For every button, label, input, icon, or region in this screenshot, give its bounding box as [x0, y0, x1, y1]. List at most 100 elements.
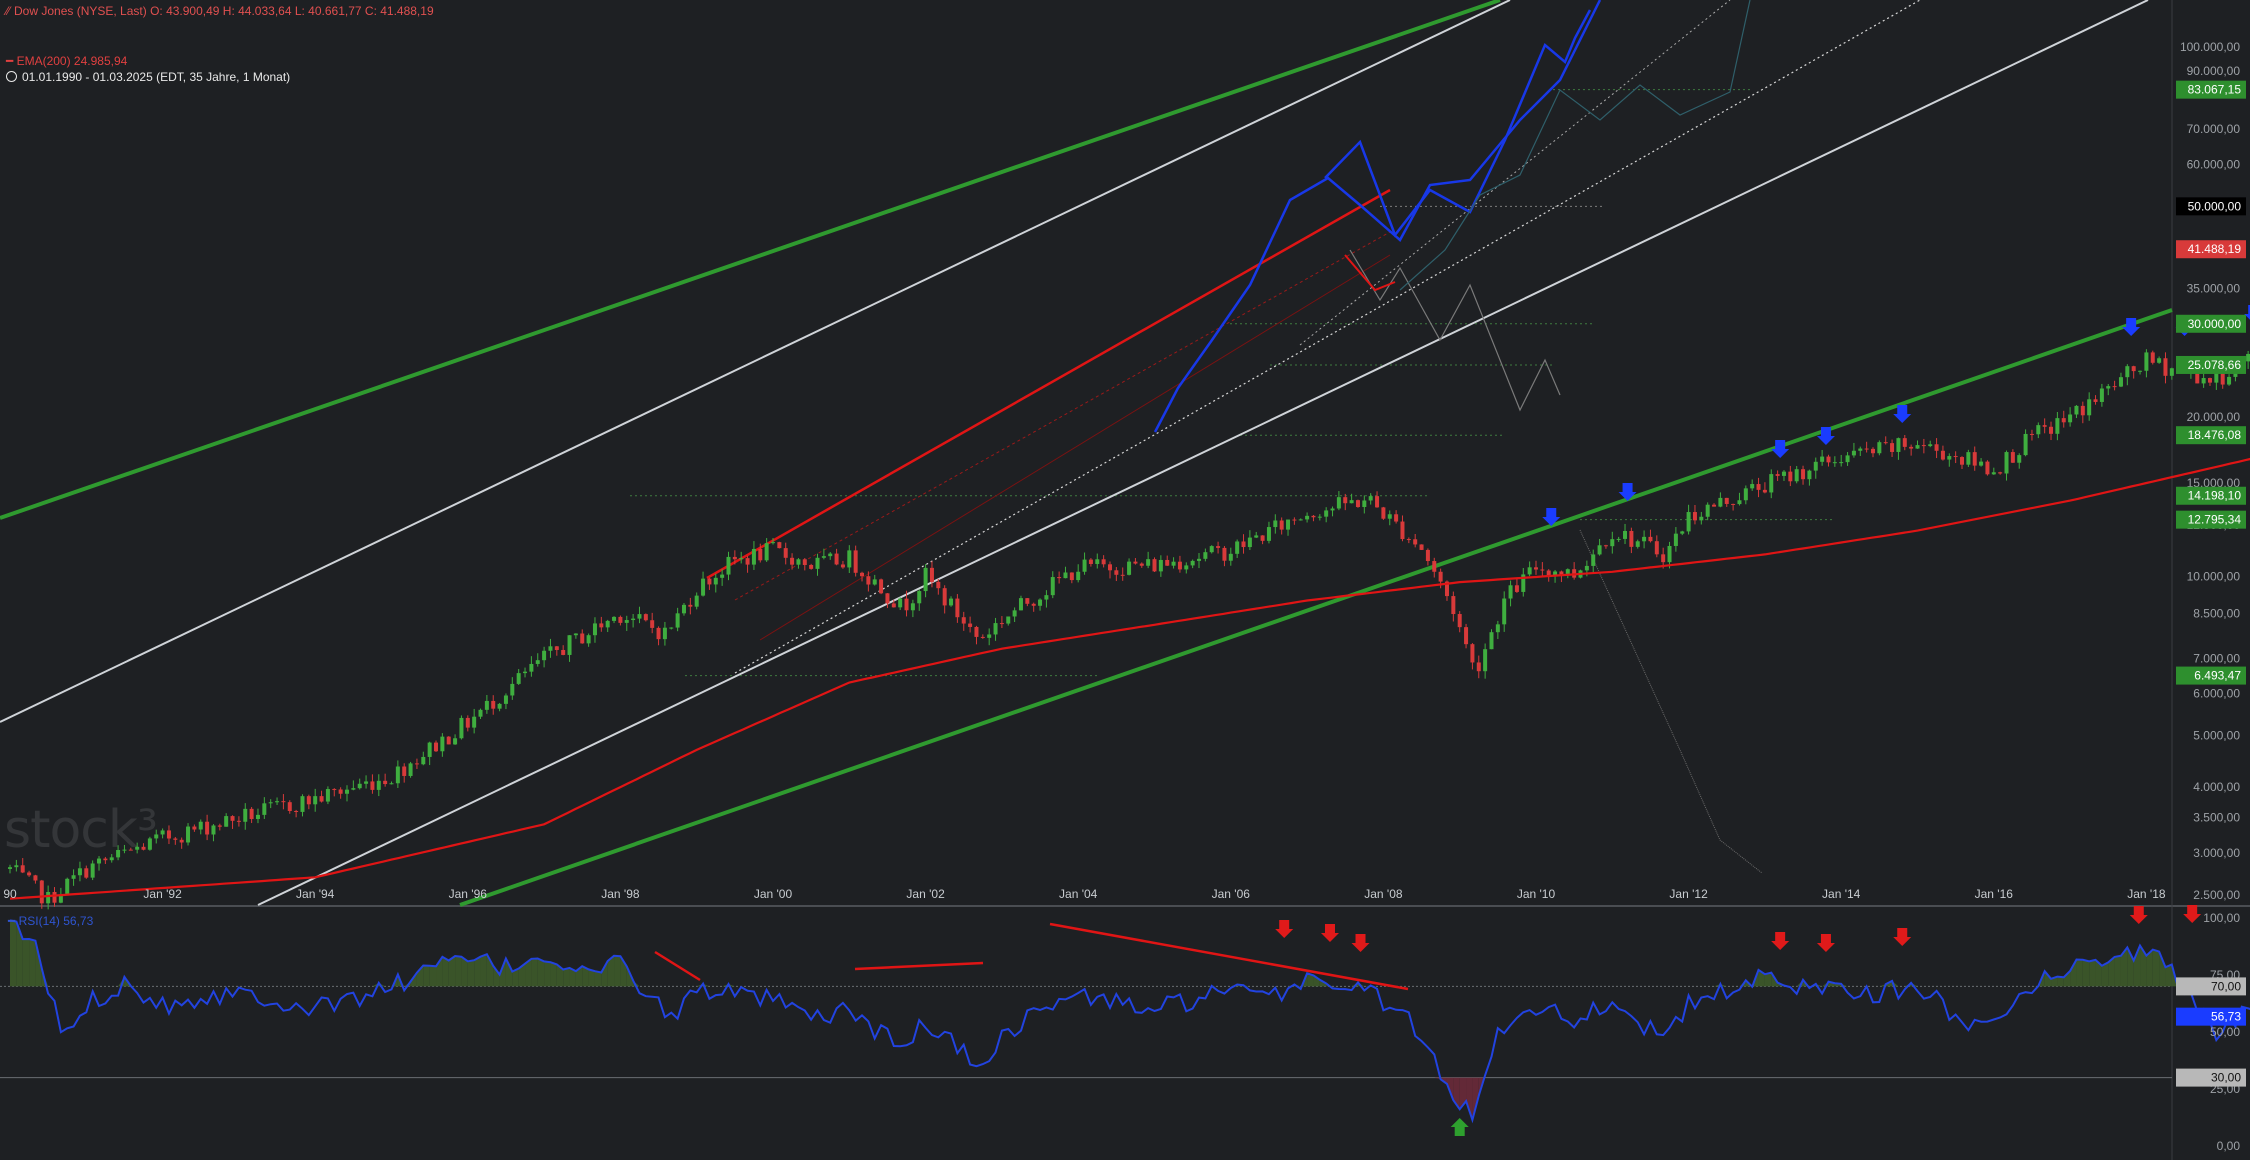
candle-body: [421, 756, 426, 765]
candle-body: [46, 891, 51, 904]
candle-body: [1432, 561, 1437, 572]
candle-body: [834, 553, 839, 565]
candle-body: [179, 839, 184, 843]
candle-body: [1082, 559, 1087, 572]
candle-body: [90, 863, 95, 878]
range-legend: 01.01.1990 - 01.03.2025 (EDT, 35 Jahre, …: [6, 70, 290, 84]
candle-body: [2074, 405, 2079, 415]
candle-body: [516, 673, 521, 684]
candle-body: [440, 736, 445, 752]
candle-body: [1203, 552, 1208, 559]
candle-body: [1712, 504, 1717, 507]
candle-body: [1781, 471, 1786, 476]
candle-body: [1133, 561, 1138, 564]
candle-body: [1311, 515, 1316, 518]
rsi-ob-segment: [531, 958, 538, 987]
candle-body: [535, 660, 540, 664]
candle-body: [866, 576, 871, 585]
candle-body: [542, 650, 547, 661]
time-tick-label: Jan '16: [1975, 887, 2014, 901]
candle-body: [1603, 545, 1608, 547]
candle-body: [1769, 474, 1774, 493]
candle-body: [465, 717, 470, 728]
candle-body: [821, 556, 826, 558]
candle-body: [2169, 368, 2174, 376]
rsi-label-text: 70,00: [2211, 979, 2241, 993]
candle-body: [1235, 541, 1240, 554]
candle-body: [1902, 438, 1907, 447]
candle-body: [2144, 352, 2149, 371]
candle-body: [1413, 539, 1418, 545]
candle-body: [1762, 489, 1767, 493]
candle-body: [84, 868, 89, 878]
candle-body: [1483, 649, 1488, 672]
range-label: 01.01.1990 - 01.03.2025 (EDT, 35 Jahre, …: [22, 70, 291, 84]
rsi-legend: ━ RSI(14) 56,73: [8, 914, 93, 928]
candle-body: [1107, 564, 1112, 571]
candle-body: [949, 598, 954, 606]
candle-body: [961, 617, 966, 624]
candle-body: [923, 567, 928, 592]
ema-legend-label: EMA(200) 24.985,94: [16, 54, 128, 68]
stock-chart[interactable]: 100.000,00 90.000,00 70.000,00 60.000,00 50.…: [0, 0, 2250, 1160]
candle-body: [1184, 565, 1189, 570]
candle-body: [942, 588, 947, 606]
candle-body: [408, 763, 413, 776]
price-tick-label: 3.000,00: [2193, 846, 2240, 860]
candle-body: [1177, 561, 1182, 570]
candle-body: [1597, 545, 1602, 555]
candle-body: [1076, 571, 1081, 581]
candle-body: [217, 825, 222, 827]
candle-body: [1451, 596, 1456, 615]
candle-body: [338, 789, 343, 794]
rsi-ob-segment: [10, 920, 17, 987]
candle-body: [1648, 536, 1653, 542]
candle-body: [1216, 546, 1221, 548]
candle-body: [860, 572, 865, 577]
candle-body: [1317, 516, 1322, 518]
candle-body: [567, 635, 572, 655]
candle-body: [1057, 577, 1062, 579]
candle-body: [650, 620, 655, 628]
candle-body: [1826, 456, 1831, 463]
candle-body: [1940, 450, 1945, 460]
time-tick-label: Jan '96: [449, 887, 488, 901]
candle-body: [840, 564, 845, 568]
candle-body: [1400, 521, 1405, 540]
candle-body: [1616, 538, 1621, 540]
candle-body: [306, 796, 311, 805]
candle-body: [1654, 541, 1659, 555]
candle-body: [1419, 544, 1424, 550]
candle-body: [1686, 512, 1691, 532]
candle-body: [1737, 500, 1742, 505]
rsi-tick-label: 100,00: [2203, 911, 2240, 925]
time-tick-label: Jan '10: [1517, 887, 1556, 901]
candle-body: [1692, 512, 1697, 521]
candle-body: [376, 780, 381, 790]
candle-body: [1928, 444, 1933, 447]
candle-body: [1127, 561, 1132, 575]
candle-body: [1152, 559, 1157, 572]
candle-body: [732, 556, 737, 560]
candle-body: [2061, 418, 2066, 423]
candle-body: [1966, 452, 1971, 465]
candle-body: [249, 808, 254, 820]
candle-body: [1991, 472, 1996, 475]
candle-body: [929, 567, 934, 582]
time-tick-label: Jan '00: [754, 887, 793, 901]
candle-body: [675, 613, 680, 628]
candle-body: [993, 623, 998, 635]
candle-body: [1864, 448, 1869, 450]
candle-body: [1050, 577, 1055, 596]
candle-body: [224, 816, 229, 827]
candle-body: [1718, 497, 1723, 507]
candle-body: [631, 618, 636, 621]
instrument-header: ⁄⁄ Dow Jones (NYSE, Last) O: 43.900,49 H:…: [6, 4, 434, 18]
price-tick-label: 20.000,00: [2187, 410, 2241, 424]
candle-body: [1877, 442, 1882, 454]
candle-body: [497, 703, 502, 709]
candle-body: [1794, 469, 1799, 482]
price-label-text: 50.000,00: [2188, 199, 2242, 213]
candle-body: [52, 891, 57, 903]
candle-body: [758, 548, 763, 561]
